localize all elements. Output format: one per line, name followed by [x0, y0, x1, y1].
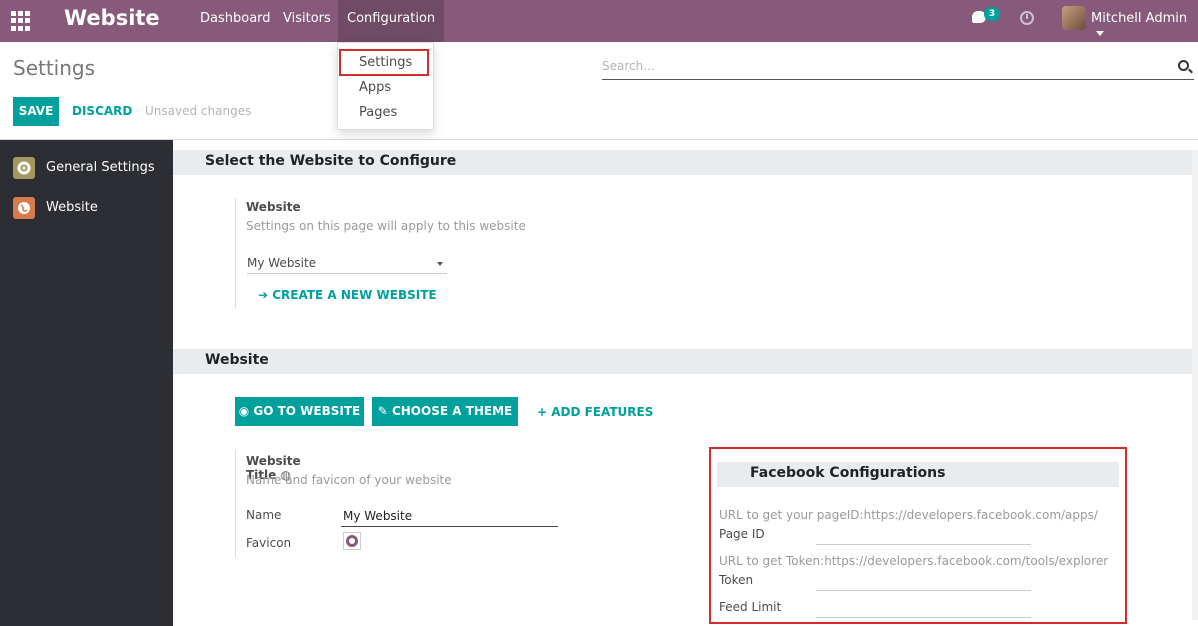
- token-label: Token: [719, 573, 754, 587]
- page-id-label: Page ID: [719, 527, 765, 541]
- top-navbar: Website Dashboard Visitors Configuration…: [0, 0, 1198, 42]
- section-title: Select the Website to Configure: [205, 153, 457, 169]
- add-features-label: ADD FEATURES: [551, 405, 654, 419]
- page-id-help: URL to get your pageID:https://developer…: [719, 508, 1098, 522]
- arrow-right-icon: ➔: [258, 288, 273, 302]
- page-id-input[interactable]: [816, 531, 1031, 545]
- plus-icon: +: [537, 405, 552, 419]
- website-select-value: My Website: [247, 256, 317, 270]
- feed-limit-label: Feed Limit: [719, 600, 782, 614]
- chevron-down-icon: [1096, 31, 1104, 36]
- sidebar-item-label: Website: [46, 200, 98, 215]
- dropdown-item-apps[interactable]: Apps: [359, 80, 391, 95]
- dropdown-item-settings[interactable]: Settings: [359, 55, 412, 70]
- chevron-down-icon: [437, 262, 443, 266]
- create-new-website-link[interactable]: ➔ CREATE A NEW WEBSITE: [258, 288, 437, 302]
- favicon-label: Favicon: [246, 536, 292, 550]
- search-input[interactable]: Search...: [602, 56, 1194, 80]
- control-panel: Settings Search... SAVE DISCARD Unsaved …: [0, 42, 1198, 140]
- user-menu[interactable]: Mitchell Admin: [1091, 11, 1198, 41]
- feed-limit-input[interactable]: [816, 604, 1031, 618]
- website-field-block: Website Settings on this page will apply…: [235, 198, 526, 308]
- token-help: URL to get Token:https://developers.face…: [719, 554, 1109, 568]
- facebook-config-title: Facebook Configurations: [750, 465, 946, 481]
- sidebar-item-website[interactable]: Website: [13, 197, 173, 221]
- website-name-value: My Website: [343, 509, 413, 523]
- section-header-website: Website: [173, 349, 1193, 374]
- brush-icon: ✎: [377, 404, 392, 418]
- discard-button[interactable]: DISCARD: [72, 104, 132, 118]
- menu-visitors[interactable]: Visitors: [283, 0, 331, 42]
- apps-grid-icon[interactable]: [11, 11, 31, 31]
- website-name-input[interactable]: My Website: [341, 507, 558, 527]
- website-field-label: Website: [246, 200, 301, 214]
- website-select[interactable]: My Website: [247, 254, 447, 274]
- save-button[interactable]: SAVE: [13, 97, 59, 126]
- website-title-block: Website Title ◍ Name and favicon of your…: [235, 450, 452, 557]
- user-name: Mitchell Admin: [1091, 11, 1188, 26]
- settings-sidebar: General Settings Website: [0, 140, 173, 626]
- facebook-config-box: Facebook Configurations URL to get your …: [709, 447, 1127, 624]
- unsaved-changes-label: Unsaved changes: [145, 104, 252, 118]
- avatar[interactable]: [1062, 6, 1086, 30]
- search-placeholder: Search...: [602, 59, 655, 73]
- add-features-link[interactable]: + ADD FEATURES: [537, 405, 653, 419]
- configuration-dropdown: Settings Apps Pages: [337, 42, 434, 130]
- facebook-config-header: Facebook Configurations: [717, 462, 1119, 487]
- breadcrumb: Settings: [13, 56, 96, 80]
- favicon-image[interactable]: [343, 532, 361, 550]
- sidebar-item-general-settings[interactable]: General Settings: [13, 157, 173, 181]
- gear-icon: [13, 157, 35, 179]
- globe-icon: [13, 197, 35, 219]
- website-field-help: Settings on this page will apply to this…: [246, 219, 526, 233]
- dropdown-item-pages[interactable]: Pages: [359, 105, 397, 120]
- scrollbar[interactable]: [1192, 150, 1198, 620]
- sidebar-item-label: General Settings: [46, 160, 155, 175]
- activity-clock-icon[interactable]: [1020, 11, 1034, 25]
- search-icon[interactable]: [1178, 60, 1189, 71]
- messages-badge: 3: [984, 7, 1000, 21]
- go-to-website-button[interactable]: ◉ GO TO WEBSITE: [235, 397, 364, 426]
- odoo-logo-icon: [346, 535, 358, 547]
- section-title: Website: [205, 352, 269, 368]
- globe-icon: ◉: [238, 404, 254, 418]
- choose-theme-label: CHOOSE A THEME: [391, 404, 513, 418]
- section-header-select-website: Select the Website to Configure: [173, 150, 1193, 175]
- menu-configuration[interactable]: Configuration: [338, 0, 445, 42]
- settings-content: Select the Website to Configure Website …: [173, 140, 1198, 626]
- choose-theme-button[interactable]: ✎ CHOOSE A THEME: [372, 397, 518, 426]
- name-label: Name: [246, 508, 282, 522]
- website-title-help: Name and favicon of your website: [246, 473, 452, 487]
- app-brand: Website: [64, 6, 160, 30]
- token-input[interactable]: [816, 577, 1031, 591]
- go-to-website-label: GO TO WEBSITE: [253, 404, 361, 418]
- menu-dashboard[interactable]: Dashboard: [200, 0, 271, 42]
- create-new-website-label: CREATE A NEW WEBSITE: [272, 288, 437, 302]
